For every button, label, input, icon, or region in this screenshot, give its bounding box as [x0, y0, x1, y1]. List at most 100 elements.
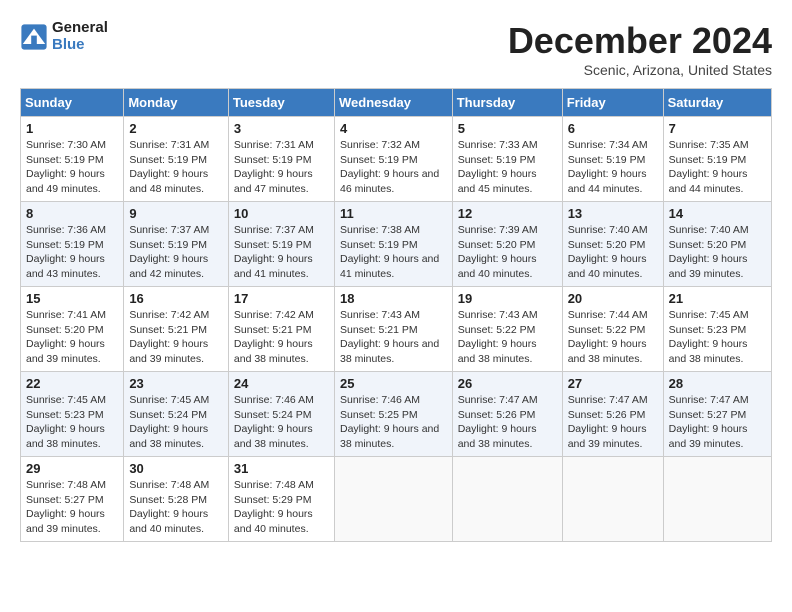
day-number: 4 — [340, 121, 447, 136]
day-number: 2 — [129, 121, 223, 136]
day-header-thursday: Thursday — [452, 89, 562, 117]
day-info: Sunrise: 7:37 AMSunset: 5:19 PMDaylight:… — [129, 223, 223, 282]
day-info: Sunrise: 7:39 AMSunset: 5:20 PMDaylight:… — [458, 223, 557, 282]
day-header-saturday: Saturday — [663, 89, 771, 117]
day-info: Sunrise: 7:42 AMSunset: 5:21 PMDaylight:… — [129, 308, 223, 367]
calendar-cell: 10 Sunrise: 7:37 AMSunset: 5:19 PMDaylig… — [228, 202, 334, 287]
day-number: 7 — [669, 121, 766, 136]
week-row-1: 1 Sunrise: 7:30 AMSunset: 5:19 PMDayligh… — [21, 117, 772, 202]
day-number: 20 — [568, 291, 658, 306]
calendar-cell: 30 Sunrise: 7:48 AMSunset: 5:28 PMDaylig… — [124, 457, 229, 542]
calendar-cell: 21 Sunrise: 7:45 AMSunset: 5:23 PMDaylig… — [663, 287, 771, 372]
day-number: 15 — [26, 291, 118, 306]
calendar-cell: 13 Sunrise: 7:40 AMSunset: 5:20 PMDaylig… — [562, 202, 663, 287]
calendar-cell: 4 Sunrise: 7:32 AMSunset: 5:19 PMDayligh… — [334, 117, 452, 202]
day-info: Sunrise: 7:42 AMSunset: 5:21 PMDaylight:… — [234, 308, 329, 367]
calendar-cell: 22 Sunrise: 7:45 AMSunset: 5:23 PMDaylig… — [21, 372, 124, 457]
day-number: 1 — [26, 121, 118, 136]
day-info: Sunrise: 7:46 AMSunset: 5:24 PMDaylight:… — [234, 393, 329, 452]
day-info: Sunrise: 7:46 AMSunset: 5:25 PMDaylight:… — [340, 393, 447, 452]
calendar-cell — [452, 457, 562, 542]
day-number: 19 — [458, 291, 557, 306]
week-row-4: 22 Sunrise: 7:45 AMSunset: 5:23 PMDaylig… — [21, 372, 772, 457]
day-info: Sunrise: 7:44 AMSunset: 5:22 PMDaylight:… — [568, 308, 658, 367]
calendar-cell: 26 Sunrise: 7:47 AMSunset: 5:26 PMDaylig… — [452, 372, 562, 457]
day-info: Sunrise: 7:45 AMSunset: 5:23 PMDaylight:… — [26, 393, 118, 452]
day-number: 21 — [669, 291, 766, 306]
calendar-cell: 25 Sunrise: 7:46 AMSunset: 5:25 PMDaylig… — [334, 372, 452, 457]
day-number: 25 — [340, 376, 447, 391]
day-info: Sunrise: 7:48 AMSunset: 5:27 PMDaylight:… — [26, 478, 118, 537]
calendar-cell: 31 Sunrise: 7:48 AMSunset: 5:29 PMDaylig… — [228, 457, 334, 542]
day-header-wednesday: Wednesday — [334, 89, 452, 117]
day-info: Sunrise: 7:45 AMSunset: 5:23 PMDaylight:… — [669, 308, 766, 367]
day-number: 16 — [129, 291, 223, 306]
calendar-cell: 17 Sunrise: 7:42 AMSunset: 5:21 PMDaylig… — [228, 287, 334, 372]
calendar-cell: 27 Sunrise: 7:47 AMSunset: 5:26 PMDaylig… — [562, 372, 663, 457]
calendar-cell: 18 Sunrise: 7:43 AMSunset: 5:21 PMDaylig… — [334, 287, 452, 372]
calendar-cell — [562, 457, 663, 542]
calendar-cell: 7 Sunrise: 7:35 AMSunset: 5:19 PMDayligh… — [663, 117, 771, 202]
day-number: 8 — [26, 206, 118, 221]
day-number: 11 — [340, 206, 447, 221]
calendar-cell: 9 Sunrise: 7:37 AMSunset: 5:19 PMDayligh… — [124, 202, 229, 287]
calendar-cell — [334, 457, 452, 542]
day-number: 6 — [568, 121, 658, 136]
calendar-cell: 24 Sunrise: 7:46 AMSunset: 5:24 PMDaylig… — [228, 372, 334, 457]
calendar-cell: 23 Sunrise: 7:45 AMSunset: 5:24 PMDaylig… — [124, 372, 229, 457]
calendar-cell: 14 Sunrise: 7:40 AMSunset: 5:20 PMDaylig… — [663, 202, 771, 287]
day-header-sunday: Sunday — [21, 89, 124, 117]
calendar-cell: 15 Sunrise: 7:41 AMSunset: 5:20 PMDaylig… — [21, 287, 124, 372]
day-info: Sunrise: 7:30 AMSunset: 5:19 PMDaylight:… — [26, 138, 118, 197]
day-header-friday: Friday — [562, 89, 663, 117]
day-number: 28 — [669, 376, 766, 391]
calendar-table: SundayMondayTuesdayWednesdayThursdayFrid… — [20, 88, 772, 542]
month-title: December 2024 — [508, 20, 772, 62]
location-title: Scenic, Arizona, United States — [508, 62, 772, 78]
calendar-cell: 11 Sunrise: 7:38 AMSunset: 5:19 PMDaylig… — [334, 202, 452, 287]
day-info: Sunrise: 7:41 AMSunset: 5:20 PMDaylight:… — [26, 308, 118, 367]
day-number: 24 — [234, 376, 329, 391]
day-info: Sunrise: 7:48 AMSunset: 5:29 PMDaylight:… — [234, 478, 329, 537]
day-info: Sunrise: 7:45 AMSunset: 5:24 PMDaylight:… — [129, 393, 223, 452]
day-number: 13 — [568, 206, 658, 221]
calendar-body: 1 Sunrise: 7:30 AMSunset: 5:19 PMDayligh… — [21, 117, 772, 542]
day-number: 18 — [340, 291, 447, 306]
calendar-cell: 20 Sunrise: 7:44 AMSunset: 5:22 PMDaylig… — [562, 287, 663, 372]
day-number: 29 — [26, 461, 118, 476]
day-info: Sunrise: 7:36 AMSunset: 5:19 PMDaylight:… — [26, 223, 118, 282]
day-number: 12 — [458, 206, 557, 221]
days-header-row: SundayMondayTuesdayWednesdayThursdayFrid… — [21, 89, 772, 117]
calendar-cell: 2 Sunrise: 7:31 AMSunset: 5:19 PMDayligh… — [124, 117, 229, 202]
calendar-cell: 16 Sunrise: 7:42 AMSunset: 5:21 PMDaylig… — [124, 287, 229, 372]
day-info: Sunrise: 7:47 AMSunset: 5:26 PMDaylight:… — [568, 393, 658, 452]
calendar-cell: 29 Sunrise: 7:48 AMSunset: 5:27 PMDaylig… — [21, 457, 124, 542]
day-number: 31 — [234, 461, 329, 476]
day-info: Sunrise: 7:34 AMSunset: 5:19 PMDaylight:… — [568, 138, 658, 197]
day-info: Sunrise: 7:37 AMSunset: 5:19 PMDaylight:… — [234, 223, 329, 282]
calendar-cell: 5 Sunrise: 7:33 AMSunset: 5:19 PMDayligh… — [452, 117, 562, 202]
day-number: 23 — [129, 376, 223, 391]
day-number: 9 — [129, 206, 223, 221]
week-row-2: 8 Sunrise: 7:36 AMSunset: 5:19 PMDayligh… — [21, 202, 772, 287]
day-info: Sunrise: 7:40 AMSunset: 5:20 PMDaylight:… — [669, 223, 766, 282]
calendar-cell: 6 Sunrise: 7:34 AMSunset: 5:19 PMDayligh… — [562, 117, 663, 202]
day-number: 27 — [568, 376, 658, 391]
day-info: Sunrise: 7:43 AMSunset: 5:22 PMDaylight:… — [458, 308, 557, 367]
day-number: 17 — [234, 291, 329, 306]
logo-icon — [20, 23, 48, 51]
day-info: Sunrise: 7:43 AMSunset: 5:21 PMDaylight:… — [340, 308, 447, 367]
day-info: Sunrise: 7:31 AMSunset: 5:19 PMDaylight:… — [129, 138, 223, 197]
week-row-3: 15 Sunrise: 7:41 AMSunset: 5:20 PMDaylig… — [21, 287, 772, 372]
day-info: Sunrise: 7:48 AMSunset: 5:28 PMDaylight:… — [129, 478, 223, 537]
calendar-cell: 3 Sunrise: 7:31 AMSunset: 5:19 PMDayligh… — [228, 117, 334, 202]
calendar-cell: 28 Sunrise: 7:47 AMSunset: 5:27 PMDaylig… — [663, 372, 771, 457]
day-info: Sunrise: 7:40 AMSunset: 5:20 PMDaylight:… — [568, 223, 658, 282]
day-number: 30 — [129, 461, 223, 476]
week-row-5: 29 Sunrise: 7:48 AMSunset: 5:27 PMDaylig… — [21, 457, 772, 542]
day-number: 5 — [458, 121, 557, 136]
day-header-tuesday: Tuesday — [228, 89, 334, 117]
day-number: 26 — [458, 376, 557, 391]
day-info: Sunrise: 7:32 AMSunset: 5:19 PMDaylight:… — [340, 138, 447, 197]
calendar-cell: 19 Sunrise: 7:43 AMSunset: 5:22 PMDaylig… — [452, 287, 562, 372]
